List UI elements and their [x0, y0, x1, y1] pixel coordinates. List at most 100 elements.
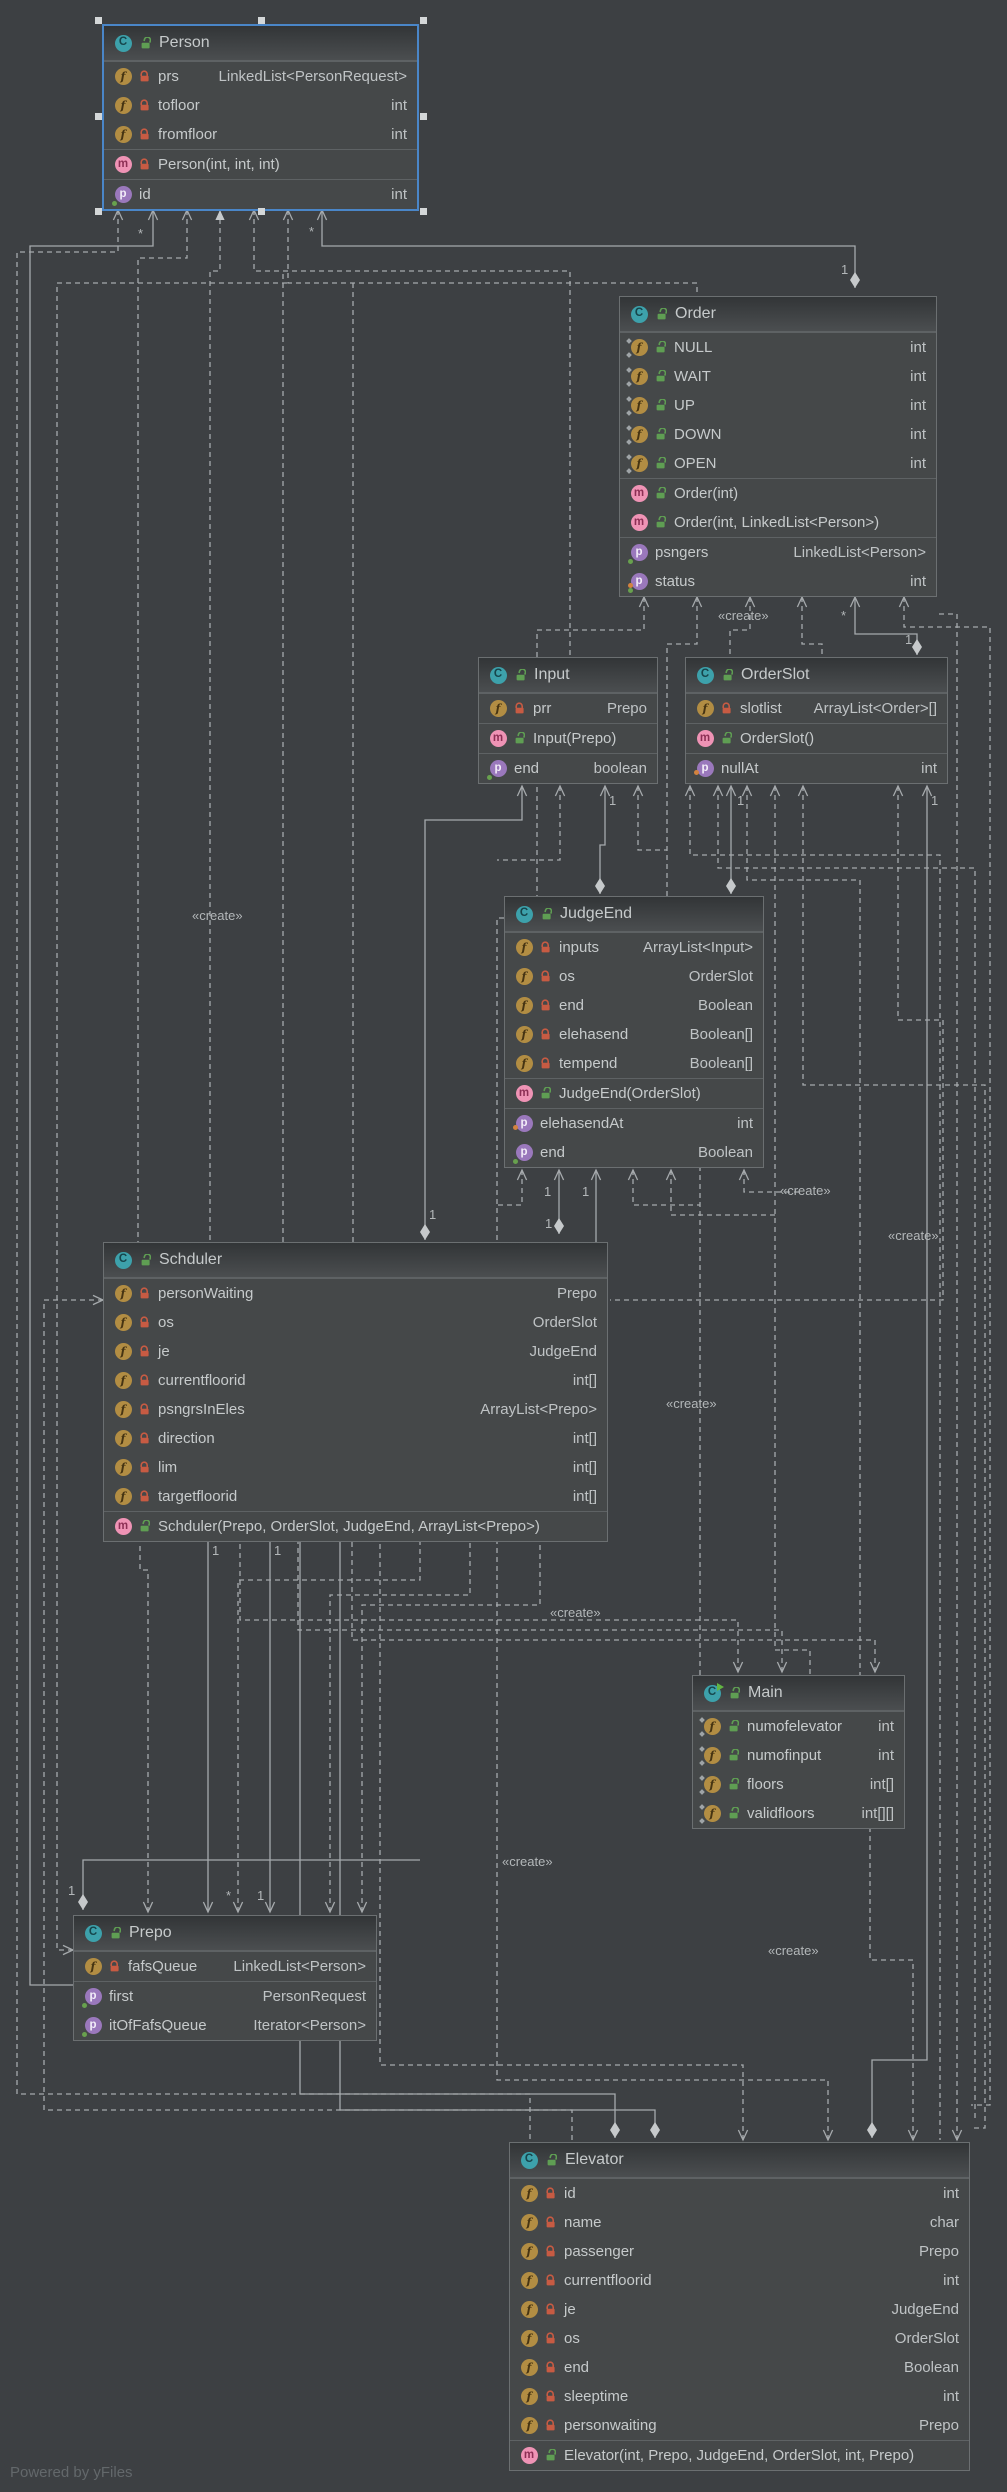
member-row[interactable]: f floors int[]	[693, 1770, 904, 1799]
class-node-person[interactable]: C Person f prs LinkedList<PersonRequest>…	[103, 25, 418, 210]
member-row[interactable]: p end boolean	[479, 754, 657, 783]
member-row[interactable]: p psngers LinkedList<Person>	[620, 538, 936, 567]
member-row[interactable]: f os OrderSlot	[104, 1308, 607, 1337]
member-row[interactable]: m Schduler(Prepo, OrderSlot, JudgeEnd, A…	[104, 1512, 607, 1541]
class-header[interactable]: C Elevator	[510, 2143, 969, 2178]
member-row[interactable]: f currentfloorid int[]	[104, 1366, 607, 1395]
static-mark-icon	[626, 337, 632, 344]
member-row[interactable]: f NULL int	[620, 333, 936, 362]
class-node-order[interactable]: C Order f NULL int f WAIT int f UP int f…	[619, 296, 937, 597]
member-row[interactable]: f numofelevator int	[693, 1712, 904, 1741]
unlock-icon	[140, 1520, 150, 1532]
member-name: prr	[533, 700, 552, 717]
member-row[interactable]: f inputs ArrayList<Input>	[505, 933, 763, 962]
member-row[interactable]: f os OrderSlot	[505, 962, 763, 991]
member-row[interactable]: p end Boolean	[505, 1138, 763, 1167]
member-row[interactable]: p elehasendAt int	[505, 1109, 763, 1138]
member-row[interactable]: f personWaiting Prepo	[104, 1279, 607, 1308]
member-row[interactable]: f psngrsInEles ArrayList<Prepo>	[104, 1395, 607, 1424]
class-header[interactable]: C Prepo	[74, 1916, 376, 1951]
member-row[interactable]: f WAIT int	[620, 362, 936, 391]
field-icon: f	[703, 1747, 721, 1764]
class-node-orderslot[interactable]: C OrderSlot f slotlist ArrayList<Order>[…	[685, 657, 948, 784]
selection-handle[interactable]	[257, 208, 265, 215]
member-row[interactable]: f passenger Prepo	[510, 2237, 969, 2266]
class-header[interactable]: C Main	[693, 1676, 904, 1711]
member-row[interactable]: f lim int[]	[104, 1453, 607, 1482]
class-node-prepo[interactable]: C Prepo f fafsQueue LinkedList<Person> p…	[73, 1915, 377, 2041]
selection-handle[interactable]	[420, 17, 427, 24]
member-row[interactable]: f prs LinkedList<PersonRequest>	[104, 62, 417, 91]
lock-icon	[140, 1316, 149, 1328]
field-icon: f	[696, 700, 714, 717]
member-type: LinkedList<PersonRequest>	[218, 68, 407, 85]
class-header[interactable]: C JudgeEnd	[505, 897, 763, 932]
member-name: psngrsInEles	[158, 1401, 245, 1418]
field-icon: f	[489, 700, 507, 717]
member-row[interactable]: m Order(int)	[620, 479, 936, 508]
member-row[interactable]: m Person(int, int, int)	[104, 150, 417, 179]
class-header[interactable]: C Input	[479, 658, 657, 693]
member-row[interactable]: f validfloors int[][]	[693, 1799, 904, 1828]
member-row[interactable]: f je JudgeEnd	[510, 2295, 969, 2324]
member-row[interactable]: f slotlist ArrayList<Order>[]	[686, 694, 947, 723]
selection-handle[interactable]	[95, 208, 102, 215]
member-row[interactable]: f end Boolean	[510, 2353, 969, 2382]
member-row[interactable]: p id int	[104, 180, 417, 209]
member-row[interactable]: f direction int[]	[104, 1424, 607, 1453]
lock-icon	[140, 99, 149, 111]
class-node-input[interactable]: C Input f prr Prepo m Input(Prepo) p end…	[478, 657, 658, 784]
member-row[interactable]: m Order(int, LinkedList<Person>)	[620, 508, 936, 537]
member-section: m JudgeEnd(OrderSlot)	[505, 1078, 763, 1108]
member-row[interactable]: f id int	[510, 2179, 969, 2208]
member-row[interactable]: f os OrderSlot	[510, 2324, 969, 2353]
class-node-main[interactable]: C Main f numofelevator int f numofinput …	[692, 1675, 905, 1829]
member-row[interactable]: m Input(Prepo)	[479, 724, 657, 753]
property-icon: p	[630, 544, 648, 561]
class-node-schduler[interactable]: C Schduler f personWaiting Prepo f os Or…	[103, 1242, 608, 1542]
field-icon: f	[114, 1401, 132, 1418]
class-node-judgeend[interactable]: C JudgeEnd f inputs ArrayList<Input> f o…	[504, 896, 764, 1168]
class-header[interactable]: C Order	[620, 297, 936, 332]
member-row[interactable]: f name char	[510, 2208, 969, 2237]
selection-handle[interactable]	[95, 17, 102, 24]
member-row[interactable]: f currentfloorid int	[510, 2266, 969, 2295]
member-row[interactable]: f tofloor int	[104, 91, 417, 120]
class-name: Elevator	[565, 2151, 624, 2168]
class-header[interactable]: C OrderSlot	[686, 658, 947, 693]
member-row[interactable]: f tempend Boolean[]	[505, 1049, 763, 1078]
member-row[interactable]: f personwaiting Prepo	[510, 2411, 969, 2440]
static-mark-icon	[699, 1803, 705, 1810]
field-icon: f	[703, 1776, 721, 1793]
member-row[interactable]: p itOfFafsQueue Iterator<Person>	[74, 2011, 376, 2040]
member-row[interactable]: m OrderSlot()	[686, 724, 947, 753]
member-row[interactable]: f prr Prepo	[479, 694, 657, 723]
member-row[interactable]: f fromfloor int	[104, 120, 417, 149]
member-row[interactable]: f numofinput int	[693, 1741, 904, 1770]
member-type: LinkedList<Person>	[793, 544, 926, 561]
selection-handle[interactable]	[95, 112, 102, 120]
selection-handle[interactable]	[420, 112, 427, 120]
field-icon: f	[114, 1285, 132, 1302]
class-header[interactable]: C Person	[104, 26, 417, 61]
member-row[interactable]: f DOWN int	[620, 420, 936, 449]
member-row[interactable]: f fafsQueue LinkedList<Person>	[74, 1952, 376, 1981]
member-row[interactable]: p nullAt int	[686, 754, 947, 783]
member-row[interactable]: f sleeptime int	[510, 2382, 969, 2411]
member-row[interactable]: f end Boolean	[505, 991, 763, 1020]
multiplicity-label: *	[226, 1888, 232, 1903]
selection-handle[interactable]	[257, 17, 265, 24]
class-node-elevator[interactable]: C Elevator f id int f name char f passen…	[509, 2142, 970, 2471]
member-row[interactable]: m JudgeEnd(OrderSlot)	[505, 1079, 763, 1108]
member-row[interactable]: p status int	[620, 567, 936, 596]
multiplicity-label: 1	[582, 1184, 590, 1199]
member-row[interactable]: f OPEN int	[620, 449, 936, 478]
class-header[interactable]: C Schduler	[104, 1243, 607, 1278]
selection-handle[interactable]	[420, 208, 427, 215]
member-row[interactable]: f targetfloorid int[]	[104, 1482, 607, 1511]
member-row[interactable]: p first PersonRequest	[74, 1982, 376, 2011]
member-row[interactable]: m Elevator(int, Prepo, JudgeEnd, OrderSl…	[510, 2441, 969, 2470]
member-row[interactable]: f elehasend Boolean[]	[505, 1020, 763, 1049]
member-row[interactable]: f UP int	[620, 391, 936, 420]
member-row[interactable]: f je JudgeEnd	[104, 1337, 607, 1366]
